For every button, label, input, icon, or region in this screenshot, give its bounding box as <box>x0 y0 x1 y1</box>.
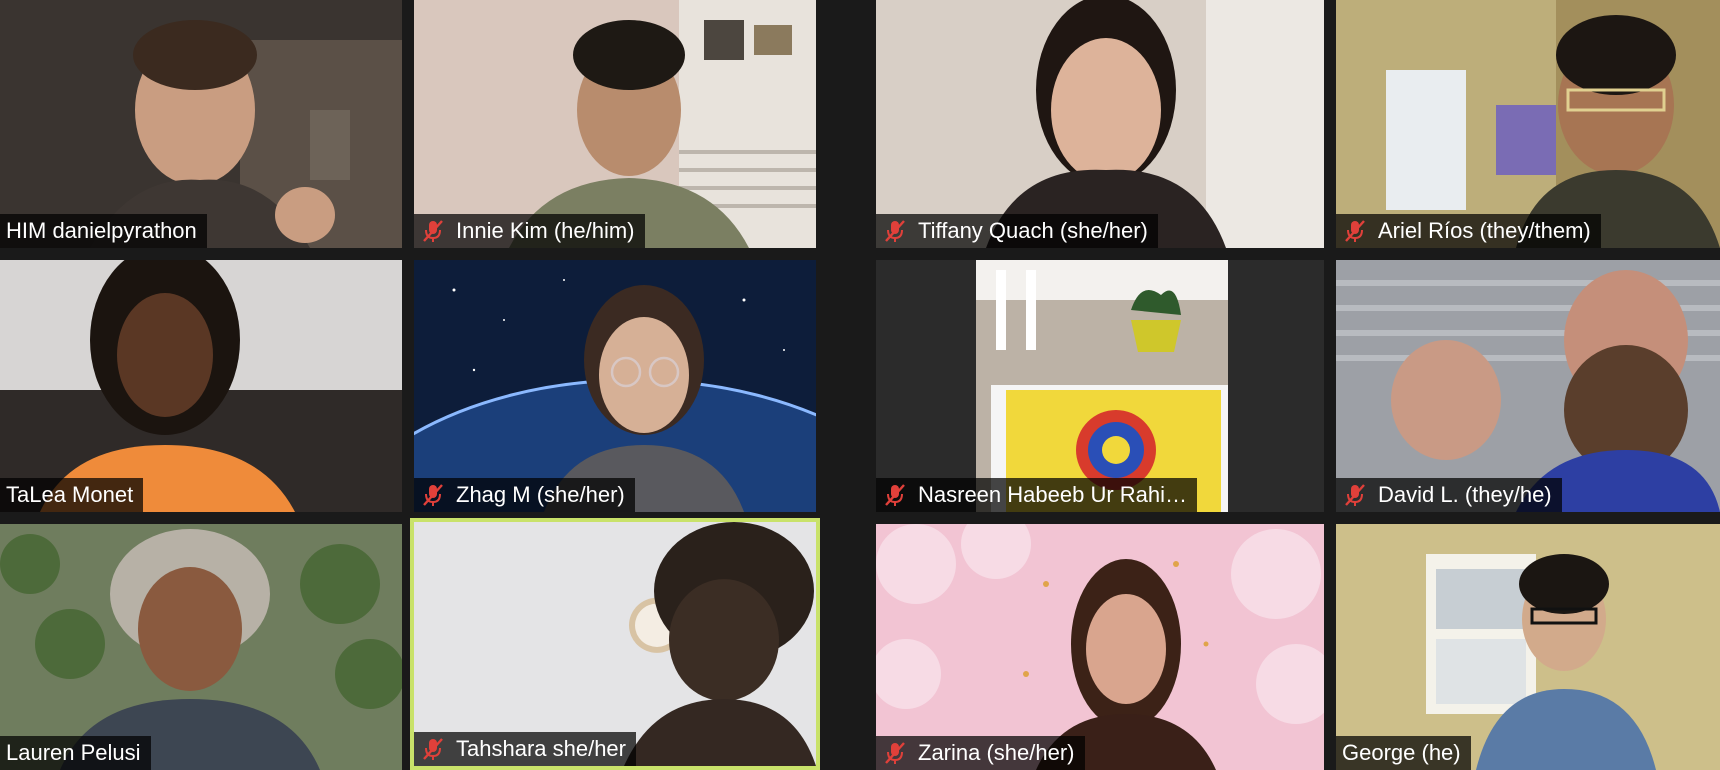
participant-name: Zarina (she/her) <box>918 740 1075 765</box>
participant-tile[interactable]: George (he) <box>1336 524 1720 770</box>
participant-video <box>1336 0 1720 248</box>
participant-name: Lauren Pelusi <box>6 740 141 765</box>
participant-tile[interactable]: Tahshara she/her <box>410 518 820 770</box>
participant-nameplate: Tiffany Quach (she/her) <box>876 214 1158 248</box>
participant-video <box>1336 524 1720 770</box>
participant-video <box>0 0 402 248</box>
participant-tile[interactable]: Ariel Ríos (they/them) <box>1336 0 1720 248</box>
participant-video <box>876 260 1324 512</box>
participant-name: Tiffany Quach (she/her) <box>918 218 1148 243</box>
participant-video <box>0 260 402 512</box>
participant-tile[interactable]: Zarina (she/her) <box>876 524 1324 770</box>
participant-nameplate: Lauren Pelusi <box>0 736 151 770</box>
muted-microphone-icon <box>1342 482 1368 508</box>
participant-name: Innie Kim (he/him) <box>456 218 635 243</box>
muted-microphone-icon <box>882 740 908 766</box>
participant-video <box>1336 260 1720 512</box>
participant-name: TaLea Monet <box>6 482 134 507</box>
participant-name: George (he) <box>1342 740 1461 765</box>
muted-microphone-icon <box>882 218 908 244</box>
participant-name: David L. (they/he) <box>1378 482 1552 507</box>
participant-name: Ariel Ríos (they/them) <box>1378 218 1591 243</box>
participant-tile[interactable]: HIM danielpyrathon <box>0 0 402 248</box>
muted-microphone-icon <box>420 482 446 508</box>
muted-microphone-icon <box>420 736 446 762</box>
participant-nameplate: Ariel Ríos (they/them) <box>1336 214 1601 248</box>
participant-tile[interactable]: Lauren Pelusi <box>0 524 402 770</box>
participant-nameplate: George (he) <box>1336 736 1471 770</box>
muted-microphone-icon <box>882 482 908 508</box>
participant-name: Zhag M (she/her) <box>456 482 625 507</box>
muted-microphone-icon <box>420 218 446 244</box>
participant-nameplate: Zhag M (she/her) <box>414 478 635 512</box>
participant-video <box>876 0 1324 248</box>
participant-tile[interactable]: Tiffany Quach (she/her) <box>876 0 1324 248</box>
participant-nameplate: David L. (they/he) <box>1336 478 1562 512</box>
participant-video <box>414 260 816 512</box>
participant-name: Nasreen Habeeb Ur Rahi… <box>918 482 1188 507</box>
participant-nameplate: Innie Kim (he/him) <box>414 214 645 248</box>
participant-tile[interactable]: Nasreen Habeeb Ur Rahi… <box>876 260 1324 512</box>
video-grid: HIM danielpyrathon Innie Kim (he/him) Ti… <box>0 0 1720 770</box>
participant-video <box>414 0 816 248</box>
participant-nameplate: Nasreen Habeeb Ur Rahi… <box>876 478 1198 512</box>
participant-tile[interactable]: Zhag M (she/her) <box>414 260 816 512</box>
participant-video <box>414 522 816 766</box>
participant-nameplate: HIM danielpyrathon <box>0 214 207 248</box>
participant-nameplate: Tahshara she/her <box>414 732 636 766</box>
participant-nameplate: TaLea Monet <box>0 478 144 512</box>
participant-video <box>0 524 402 770</box>
participant-name: Tahshara she/her <box>456 736 626 761</box>
participant-nameplate: Zarina (she/her) <box>876 736 1085 770</box>
participant-tile[interactable]: TaLea Monet <box>0 260 402 512</box>
participant-tile[interactable]: David L. (they/he) <box>1336 260 1720 512</box>
muted-microphone-icon <box>1342 218 1368 244</box>
participant-name: HIM danielpyrathon <box>6 218 197 243</box>
participant-video <box>876 524 1324 770</box>
participant-tile[interactable]: Innie Kim (he/him) <box>414 0 816 248</box>
